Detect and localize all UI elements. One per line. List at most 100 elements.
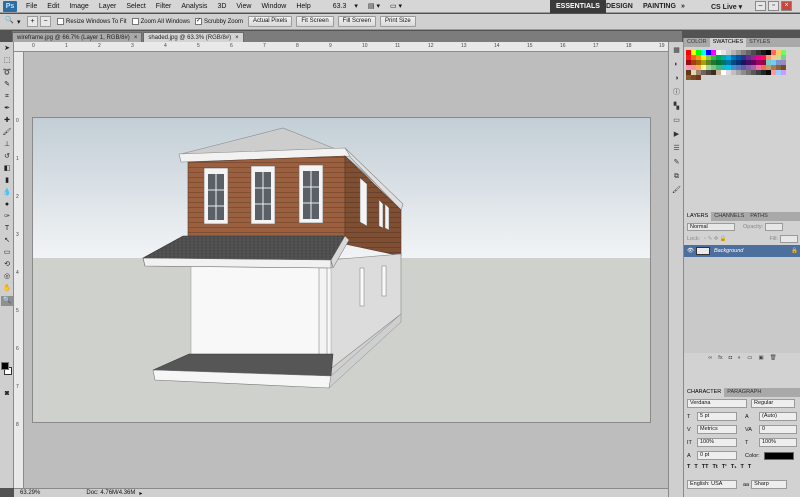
3d-rotate-icon[interactable]: ⟲ xyxy=(1,260,13,270)
swatch[interactable] xyxy=(696,75,701,80)
crop-tool-icon[interactable]: ⌗ xyxy=(1,92,13,102)
leading-field[interactable]: (Auto) xyxy=(759,412,797,421)
zoom-tool-icon[interactable]: 🔍 xyxy=(4,16,15,27)
lasso-tool-icon[interactable]: ➰ xyxy=(1,68,13,78)
delete-layer-icon[interactable]: 🗑 xyxy=(770,355,777,361)
hand-tool-icon[interactable]: ✋ xyxy=(1,284,13,294)
minimize-button[interactable]: – xyxy=(755,1,766,11)
layer-background[interactable]: 👁 Background 🔒 xyxy=(684,245,800,257)
menu-analysis[interactable]: Analysis xyxy=(176,3,212,10)
foreground-background-colors[interactable] xyxy=(1,362,13,376)
font-size-field[interactable]: 5 pt xyxy=(697,412,737,421)
eyedropper-tool-icon[interactable]: ✒ xyxy=(1,104,13,114)
tab-styles[interactable]: STYLES xyxy=(746,38,773,47)
tool-preset-arrow-icon[interactable]: ▾ xyxy=(17,18,27,26)
tab-channels[interactable]: CHANNELS xyxy=(711,212,747,221)
fit-screen-button[interactable]: Fit Screen xyxy=(296,16,334,27)
zoom-all-checkbox[interactable]: Zoom All Windows xyxy=(131,18,190,25)
zoom-out-icon[interactable]: − xyxy=(40,16,51,27)
cs-live-button[interactable]: CS Live ▾ xyxy=(705,0,748,13)
new-group-icon[interactable]: ▭ xyxy=(747,355,752,361)
brush-presets-icon[interactable]: 🖌 xyxy=(671,186,682,196)
zoom-tool-icon[interactable]: 🔍 xyxy=(1,296,13,306)
gradient-tool-icon[interactable]: ▮ xyxy=(1,176,13,186)
superscript-icon[interactable]: T¹ xyxy=(722,464,727,470)
zoom-level-menu[interactable]: 63.3 xyxy=(330,3,350,10)
document-canvas[interactable] xyxy=(33,118,650,422)
masks-icon[interactable]: ◑ xyxy=(671,74,682,84)
language-select[interactable]: English: USA xyxy=(687,480,737,489)
move-tool-icon[interactable]: ➤ xyxy=(1,44,13,54)
tab-swatches[interactable]: SWATCHES xyxy=(709,38,747,47)
adjustments-icon[interactable]: ◐ xyxy=(671,60,682,70)
quick-select-tool-icon[interactable]: ✎ xyxy=(1,80,13,90)
blur-tool-icon[interactable]: 💧 xyxy=(1,188,13,198)
actions-icon[interactable]: ▶ xyxy=(671,130,682,140)
history-icon[interactable]: ☰ xyxy=(671,144,682,154)
text-color-swatch[interactable] xyxy=(763,451,794,460)
font-family-select[interactable]: Verdana xyxy=(687,399,747,408)
tab-layers[interactable]: LAYERS xyxy=(684,212,712,221)
small-caps-icon[interactable]: Tt xyxy=(712,464,717,470)
tab-paths[interactable]: PATHS xyxy=(747,212,771,221)
clone-source-icon[interactable]: ⧉ xyxy=(671,172,682,182)
workspace-essentials[interactable]: ESSENTIALS xyxy=(550,0,606,13)
3d-orbit-icon[interactable]: ◎ xyxy=(1,272,13,282)
tab-shaded[interactable]: shaded.jpg @ 63.3% (RGB/8#) × xyxy=(143,32,244,42)
print-size-button[interactable]: Print Size xyxy=(380,16,416,27)
menu-edit[interactable]: Edit xyxy=(42,3,64,10)
checkbox-checked[interactable]: ✓ xyxy=(194,18,202,25)
arrange-icon[interactable]: ▤ ▾ xyxy=(363,2,385,10)
menu-image[interactable]: Image xyxy=(64,3,93,10)
eraser-tool-icon[interactable]: ◧ xyxy=(1,164,13,174)
checkbox-unchecked[interactable] xyxy=(57,18,64,25)
menu-filter[interactable]: Filter xyxy=(151,3,177,10)
checkbox-unchecked[interactable] xyxy=(131,18,139,25)
close-button[interactable]: × xyxy=(781,1,792,11)
tracking-field[interactable]: 0 xyxy=(759,425,797,434)
mini-bridge-icon[interactable]: ▦ xyxy=(671,46,682,56)
tab-paragraph[interactable]: PARAGRAPH xyxy=(724,388,764,397)
quick-mask-icon[interactable]: ◙ xyxy=(1,389,13,399)
pen-tool-icon[interactable]: ✑ xyxy=(1,212,13,222)
scrubby-zoom-checkbox[interactable]: ✓ Scrubby Zoom xyxy=(194,18,243,25)
close-tab-icon[interactable]: × xyxy=(134,33,138,42)
font-style-select[interactable]: Regular xyxy=(751,399,795,408)
fill-field[interactable] xyxy=(780,235,798,243)
menu-file[interactable]: File xyxy=(21,3,42,10)
eye-icon[interactable]: 👁 xyxy=(687,248,696,254)
underline-icon[interactable]: T xyxy=(741,464,744,470)
horizontal-scale-field[interactable]: 100% xyxy=(759,438,797,447)
vertical-scale-field[interactable]: 100% xyxy=(697,438,737,447)
workspace-design[interactable]: DESIGN xyxy=(600,0,639,13)
tab-character[interactable]: CHARACTER xyxy=(684,388,725,397)
tool-presets-icon[interactable]: ✎ xyxy=(671,158,682,168)
screen-mode-icon[interactable]: ▭ ▾ xyxy=(385,2,407,10)
path-select-icon[interactable]: ↖ xyxy=(1,236,13,246)
zoom-in-icon[interactable]: + xyxy=(27,16,38,27)
resize-windows-checkbox[interactable]: Resize Windows To Fit xyxy=(57,18,127,25)
history-brush-icon[interactable]: ↺ xyxy=(1,152,13,162)
shape-tool-icon[interactable]: ▭ xyxy=(1,248,13,258)
actual-pixels-button[interactable]: Actual Pixels xyxy=(247,16,293,27)
fx-icon[interactable]: fx xyxy=(718,355,722,361)
lock-icons[interactable]: ▫ ✎ ✥ 🔒 xyxy=(704,236,727,242)
baseline-field[interactable]: 0 pt xyxy=(697,451,737,460)
menu-help[interactable]: Help xyxy=(291,3,315,10)
status-zoom[interactable]: 63.29% xyxy=(14,490,46,496)
fill-screen-button[interactable]: Fill Screen xyxy=(337,16,376,27)
workspace-more-icon[interactable]: » xyxy=(675,0,691,13)
histogram-icon[interactable]: ▚ xyxy=(671,102,682,112)
healing-brush-icon[interactable]: ✚ xyxy=(1,116,13,126)
menu-select[interactable]: Select xyxy=(121,3,150,10)
type-tool-icon[interactable]: T xyxy=(1,224,13,234)
restore-button[interactable]: ▫ xyxy=(768,1,779,11)
tab-color[interactable]: COLOR xyxy=(684,38,710,47)
faux-italic-icon[interactable]: T xyxy=(694,464,697,470)
strikethrough-icon[interactable]: T xyxy=(748,464,751,470)
subscript-icon[interactable]: T₁ xyxy=(731,464,737,470)
blend-mode-select[interactable]: Normal xyxy=(687,223,735,231)
close-tab-icon[interactable]: × xyxy=(235,33,239,42)
marquee-tool-icon[interactable]: ⬚ xyxy=(1,56,13,66)
status-arrow-icon[interactable]: ▸ xyxy=(139,490,142,497)
